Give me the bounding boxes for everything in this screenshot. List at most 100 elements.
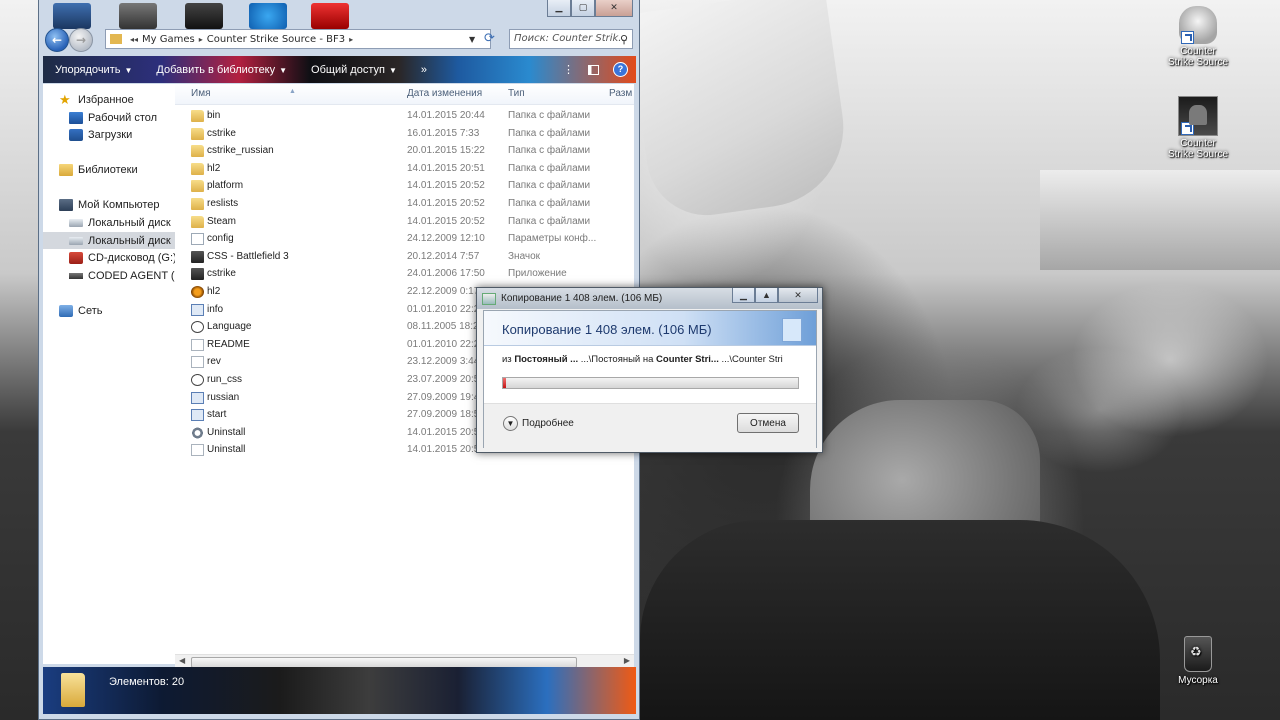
file-row[interactable]: config 24.12.2009 12:10 Параметры конф... bbox=[175, 231, 634, 248]
back-button[interactable]: ← bbox=[45, 28, 69, 52]
nav-item-label: Мой Компьютер bbox=[78, 198, 160, 211]
file-name: platform bbox=[207, 180, 244, 192]
breadcrumb-separator: ◂◂ bbox=[130, 34, 139, 44]
file-date: 24.01.2006 17:50 bbox=[407, 268, 485, 280]
file-row[interactable]: CSS - Battlefield 3 20.12.2014 7:57 Значок bbox=[175, 249, 634, 266]
scroll-left-icon[interactable]: ◀ bbox=[179, 656, 185, 665]
css-elephant-icon bbox=[1179, 6, 1217, 44]
breadcrumb-item[interactable]: My Games bbox=[142, 34, 195, 45]
more-details-button[interactable]: ▼ Подробнее bbox=[503, 416, 574, 431]
source-link[interactable]: Постояный ... bbox=[514, 354, 578, 365]
file-row[interactable]: cstrike 24.01.2006 17:50 Приложение bbox=[175, 266, 634, 283]
minimize-button[interactable]: ▁ bbox=[547, 0, 571, 17]
address-bar[interactable]: ◂◂ My Games ▸ Counter Strike Source - BF… bbox=[105, 29, 491, 49]
maximize-button[interactable]: ▲ bbox=[755, 288, 778, 303]
dialog-header: Копирование 1 408 элем. (106 МБ) bbox=[484, 311, 816, 346]
file-type: Параметры конф... bbox=[508, 233, 597, 245]
file-type: Папка с файлами bbox=[508, 180, 591, 192]
add-to-library-menu[interactable]: Добавить в библиотеку ▼ bbox=[144, 64, 299, 76]
file-row[interactable]: platform 14.01.2015 20:52 Папка с файлами bbox=[175, 178, 634, 195]
file-date: 01.01.2010 22:2 bbox=[407, 303, 480, 315]
shortcut-arrow-icon bbox=[1181, 122, 1194, 135]
navigation-bar: ← → ◂◂ My Games ▸ Counter Strike Source … bbox=[39, 26, 639, 54]
breadcrumb-separator: ▸ bbox=[349, 34, 354, 44]
desktop-icon-counter-strike-source[interactable]: Counter Strike Source bbox=[1163, 6, 1233, 68]
maximize-button[interactable]: ▢ bbox=[571, 0, 595, 17]
cancel-button[interactable]: Отмена bbox=[737, 413, 799, 433]
file-row[interactable]: hl2 14.01.2015 20:51 Папка с файлами bbox=[175, 161, 634, 178]
nav-item-favorites[interactable]: ★ Избранное bbox=[43, 91, 191, 108]
file-date: 14.01.2015 20:52 bbox=[407, 215, 485, 227]
chevron-down-icon: ▼ bbox=[279, 65, 288, 75]
desktop-icon-recycle-bin[interactable]: Мусорка bbox=[1163, 636, 1233, 686]
application-icon bbox=[191, 250, 204, 263]
refresh-icon[interactable]: ⟳ bbox=[484, 31, 495, 46]
file-name: hl2 bbox=[207, 286, 221, 297]
file-date: 24.12.2009 12:10 bbox=[407, 233, 485, 245]
nav-item-label: Загрузки bbox=[88, 128, 133, 141]
file-row[interactable]: cstrike 16.01.2015 7:33 Папка с файлами bbox=[175, 126, 634, 143]
close-button[interactable]: ✕ bbox=[595, 0, 633, 17]
file-row[interactable]: reslists 14.01.2015 20:52 Папка с файлами bbox=[175, 196, 634, 213]
nav-item-libraries[interactable]: Библиотеки bbox=[43, 161, 191, 178]
search-input[interactable]: Поиск: Counter Strik... ⚲ bbox=[509, 29, 633, 49]
view-options-icon[interactable]: ⋮ bbox=[563, 63, 574, 76]
nav-item-label: CODED AGENT (H bbox=[88, 269, 183, 282]
file-row[interactable]: Steam 14.01.2015 20:52 Папка с файлами bbox=[175, 214, 634, 231]
computer-icon bbox=[59, 198, 73, 211]
file-name: Steam bbox=[207, 215, 236, 227]
column-name[interactable]: Имя bbox=[191, 88, 210, 99]
minimize-button[interactable]: ▁ bbox=[732, 288, 755, 303]
nav-item-computer[interactable]: Мой Компьютер bbox=[43, 196, 191, 213]
file-name: info bbox=[207, 303, 224, 315]
file-name: Uninstall bbox=[207, 444, 246, 456]
organize-menu[interactable]: Упорядочить ▼ bbox=[43, 64, 144, 76]
star-icon: ★ bbox=[59, 91, 71, 107]
file-date: 27.09.2009 18:5 bbox=[407, 409, 480, 421]
file-date: 27.09.2009 19:4 bbox=[407, 391, 480, 403]
chevron-down-icon: ▼ bbox=[503, 416, 518, 431]
folder-icon bbox=[191, 127, 204, 140]
folder-icon bbox=[191, 198, 204, 210]
help-icon[interactable]: ? bbox=[613, 62, 628, 77]
share-label: Общий доступ bbox=[311, 63, 385, 76]
desktop-icon-label: Strike Source bbox=[1167, 149, 1229, 160]
folder-icon bbox=[191, 180, 204, 193]
info-file-icon bbox=[191, 303, 204, 316]
application-icon bbox=[191, 268, 204, 281]
cd-drive-icon bbox=[69, 251, 83, 264]
text-file-icon bbox=[191, 338, 204, 351]
file-date: 01.01.2010 22:2 bbox=[407, 338, 480, 350]
progress-fill bbox=[503, 378, 506, 388]
share-menu[interactable]: Общий доступ ▼ bbox=[299, 64, 409, 76]
libraries-icon bbox=[59, 163, 73, 176]
column-type[interactable]: Тип bbox=[508, 88, 525, 99]
document-icon bbox=[782, 318, 802, 342]
info-file-icon bbox=[191, 391, 204, 404]
file-date: 14.01.2015 20:5 bbox=[407, 444, 480, 456]
breadcrumb-item[interactable]: Counter Strike Source - BF3 bbox=[207, 34, 345, 45]
column-size[interactable]: Разм bbox=[609, 88, 632, 99]
column-date[interactable]: Дата изменения bbox=[407, 88, 482, 99]
downloads-icon bbox=[69, 128, 83, 141]
file-row[interactable]: cstrike_russian 20.01.2015 15:22 Папка с ф… bbox=[175, 143, 634, 160]
desktop-icon-label: Counter bbox=[1180, 138, 1216, 149]
forward-button[interactable]: → bbox=[69, 28, 93, 52]
desktop-icon-counter-strike-source-bf3[interactable]: Counter Strike Source bbox=[1163, 96, 1233, 160]
destination-link[interactable]: Counter Stri... bbox=[656, 354, 719, 365]
file-date: 14.01.2015 20:51 bbox=[407, 162, 485, 174]
file-row[interactable]: bin 14.01.2015 20:44 Папка с файлами bbox=[175, 108, 634, 125]
shortcut-arrow-icon bbox=[1181, 31, 1194, 44]
dialog-title-bar: Копирование 1 408 элем. (106 МБ) ▁ ▲ ✕ bbox=[477, 288, 822, 309]
close-button[interactable]: ✕ bbox=[778, 288, 818, 303]
window-caption-buttons: ▁ ▢ ✕ bbox=[547, 0, 633, 18]
wallpaper-coat bbox=[640, 520, 1160, 720]
address-dropdown-icon[interactable]: ▼ bbox=[469, 35, 475, 44]
preview-pane-icon[interactable] bbox=[588, 64, 599, 75]
more-commands-button[interactable]: » bbox=[409, 64, 439, 76]
scroll-right-icon[interactable]: ▶ bbox=[624, 656, 630, 665]
desktop-icon-label: Мусорка bbox=[1178, 675, 1218, 686]
search-icon: ⚲ bbox=[619, 33, 628, 46]
nav-item-network[interactable]: Сеть bbox=[43, 302, 191, 319]
file-name: cstrike bbox=[207, 127, 236, 139]
